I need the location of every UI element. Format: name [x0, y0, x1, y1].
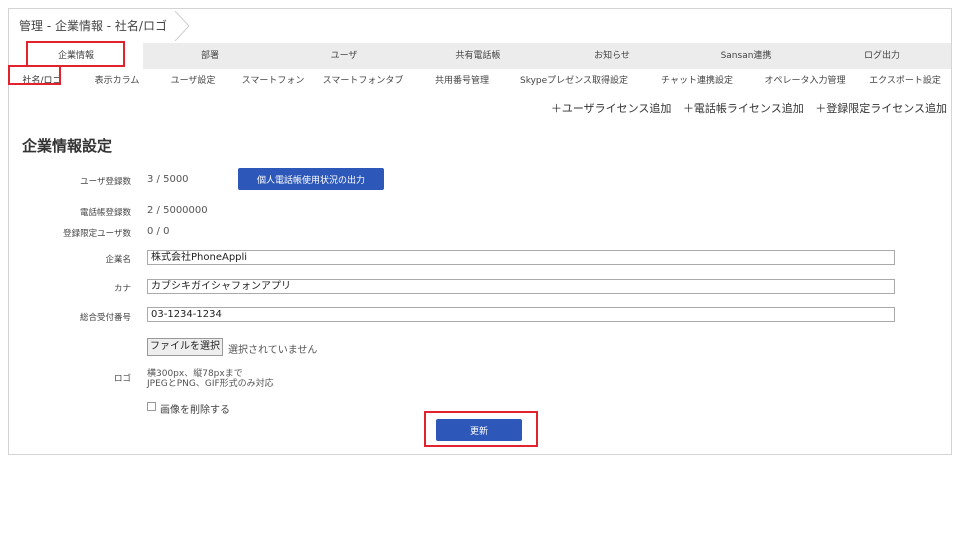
kana-label: カナ	[113, 284, 131, 294]
main-tabs: 企業情報 部署 ユーザ 共有電話帳 お知らせ Sansan連携 ログ出力	[9, 43, 951, 69]
admin-panel: 管理 - 企業情報 - 社名/ロゴ 企業情報 部署 ユーザ 共有電話帳 お知らせ…	[8, 8, 952, 455]
export-usage-button[interactable]: 個人電話帳使用状況の出力	[238, 168, 384, 190]
company-name-input[interactable]: 株式会社PhoneAppli	[147, 250, 895, 265]
breadcrumb: 管理 - 企業情報 - 社名/ロゴ	[19, 19, 167, 33]
phonebook-count-label: 電話帳登録数	[79, 208, 131, 218]
tab-sansan[interactable]: Sansan連携	[679, 43, 813, 69]
kana-input[interactable]: カブシキガイシャフォンアプリ	[147, 279, 895, 294]
add-user-license-link[interactable]: ＋ユーザライセンス追加	[551, 102, 672, 115]
choose-file-button[interactable]: ファイルを選択	[147, 338, 223, 356]
subtab-chat-integration[interactable]: チャット連携設定	[649, 71, 745, 91]
license-links: ＋ユーザライセンス追加 ＋電話帳ライセンス追加 ＋登録限定ライセンス追加	[543, 100, 947, 116]
user-count-label: ユーザ登録数	[80, 177, 131, 187]
reception-number-label: 総合受付番号	[79, 313, 131, 323]
tab-log-output[interactable]: ログ出力	[813, 43, 951, 69]
subtab-smartphone[interactable]: スマートフォン	[235, 71, 311, 91]
subtab-smartphone-tab[interactable]: スマートフォンタブ	[317, 71, 409, 91]
logo-format-note: JPEGとPNG、GIF形式のみ対応	[147, 379, 274, 389]
phonebook-count-value: 2 / 5000000	[147, 205, 208, 216]
tab-shared-phonebook[interactable]: 共有電話帳	[411, 43, 545, 69]
subtab-highlight-box	[8, 65, 61, 85]
logo-note: 横300px、縦78pxまで JPEGとPNG、GIF形式のみ対応	[147, 369, 274, 389]
subtab-user-settings[interactable]: ユーザ設定	[159, 71, 227, 91]
delete-image-checkbox[interactable]	[147, 402, 156, 411]
reception-number-input[interactable]: 03-1234-1234	[147, 307, 895, 322]
limited-user-label: 登録限定ユーザ数	[63, 229, 131, 239]
add-phonebook-license-link[interactable]: ＋電話帳ライセンス追加	[683, 102, 804, 115]
subtab-skype-presence[interactable]: Skypeプレゼンス取得設定	[511, 71, 637, 91]
tab-highlight-box	[26, 41, 125, 67]
delete-image-label: 画像を削除する	[160, 405, 230, 416]
tab-notice[interactable]: お知らせ	[545, 43, 679, 69]
subtab-shared-number[interactable]: 共用番号管理	[423, 71, 501, 91]
tab-user[interactable]: ユーザ	[277, 43, 411, 69]
file-status-text: 選択されていません	[228, 345, 318, 356]
user-count-value: 3 / 5000	[147, 174, 189, 185]
breadcrumb-chevron-icon	[174, 11, 190, 41]
sub-tabs: 社名/ロゴ 表示カラム ユーザ設定 スマートフォン スマートフォンタブ 共用番号…	[9, 71, 951, 91]
company-name-label: 企業名	[105, 255, 131, 265]
update-highlight-box	[424, 411, 538, 447]
subtab-operator-input[interactable]: オペレータ入力管理	[757, 71, 853, 91]
logo-label: ロゴ	[113, 374, 131, 384]
limited-user-value: 0 / 0	[147, 226, 170, 237]
logo-size-note: 横300px、縦78pxまで	[147, 369, 243, 379]
add-limited-license-link[interactable]: ＋登録限定ライセンス追加	[815, 102, 947, 115]
section-title: 企業情報設定	[22, 137, 113, 155]
tab-department[interactable]: 部署	[143, 43, 277, 69]
subtab-display-columns[interactable]: 表示カラム	[83, 71, 151, 91]
subtab-export-settings[interactable]: エクスポート設定	[861, 71, 949, 91]
